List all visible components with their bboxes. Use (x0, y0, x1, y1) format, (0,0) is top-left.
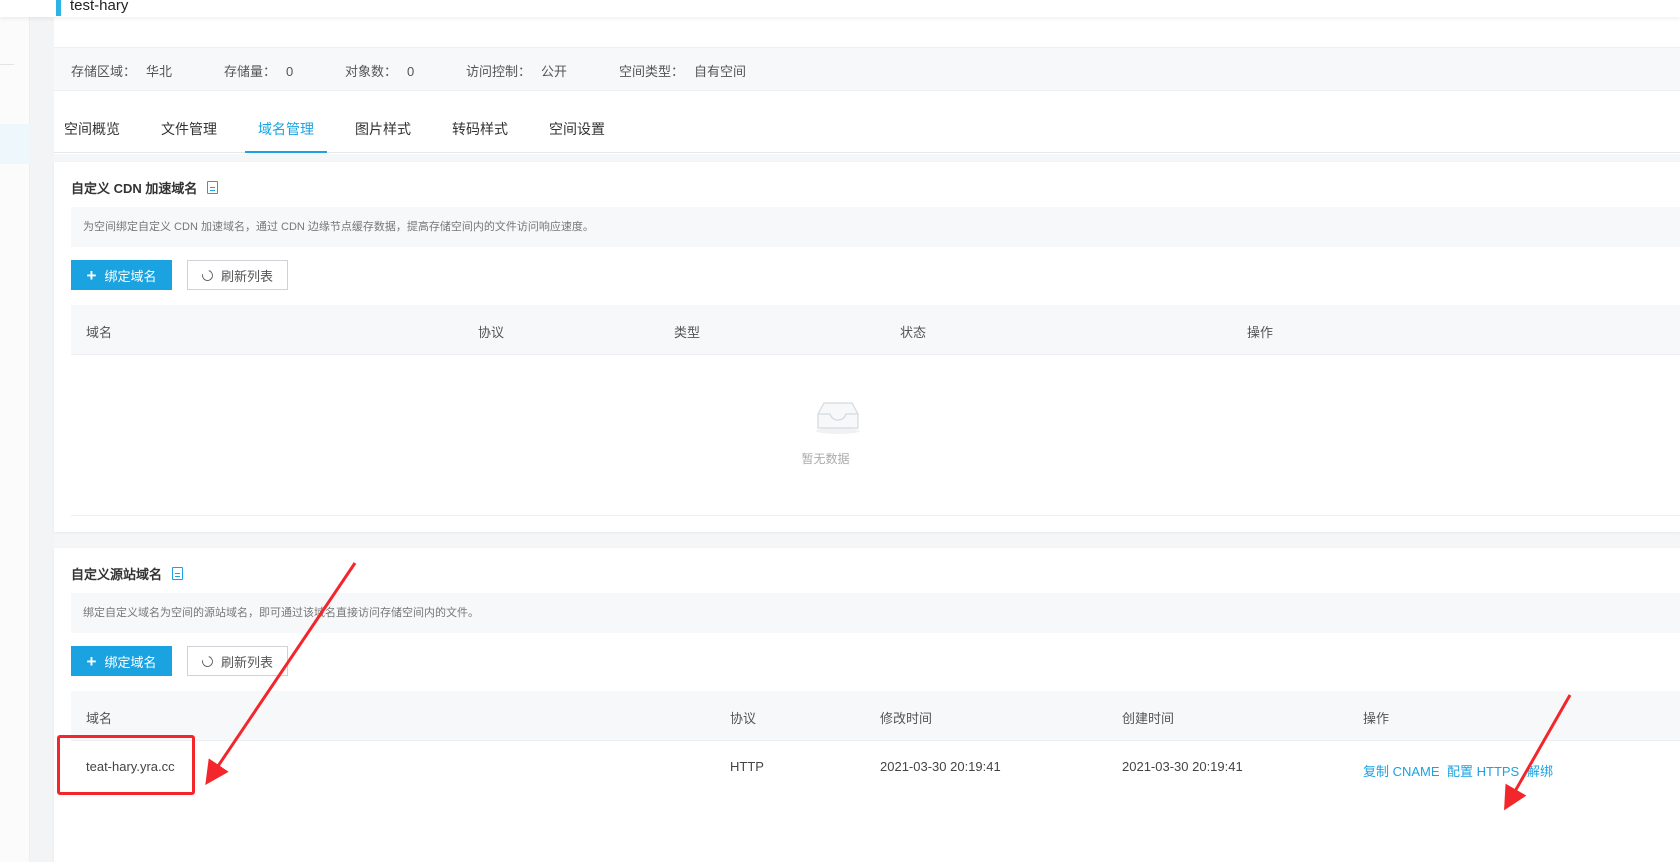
bucket-name: test-hary (70, 0, 129, 14)
info-type-value: 自有空间 (694, 64, 747, 79)
origin-refresh-list-button[interactable]: 刷新列表 (187, 646, 288, 676)
info-access-label: 访问控制： (466, 64, 532, 79)
main-panel: 存储区域： 华北 存储量： 0 对象数： 0 访问控制： 公开 空间类型： 自有空间 空间… (54, 17, 1680, 862)
unbind-link[interactable]: 解绑 (1527, 761, 1553, 780)
tab-domains[interactable]: 域名管理 (245, 113, 327, 153)
origin-section-title-text: 自定义源站域名 (71, 567, 163, 582)
cdn-section-title: 自定义 CDN 加速域名 (71, 178, 219, 197)
cdn-empty-state: 暂无数据 (71, 356, 1680, 516)
cdn-bind-domain-label: 绑定域名 (104, 268, 157, 284)
refresh-icon (199, 653, 215, 669)
empty-inbox-icon (816, 402, 860, 434)
tab-transcode-styles[interactable]: 转码样式 (439, 113, 521, 153)
info-access: 访问控制： 公开 (466, 61, 567, 80)
info-storage: 存储量： 0 (224, 61, 293, 80)
info-objects-label: 对象数： (345, 64, 398, 79)
document-icon[interactable] (207, 181, 219, 194)
cdn-description: 为空间绑定自定义 CDN 加速域名，通过 CDN 边缘节点缓存数据，提高存储空间… (71, 207, 1680, 247)
row-protocol: HTTP (730, 759, 764, 774)
info-storage-label: 存储量： (224, 64, 277, 79)
origin-description: 绑定自定义域名为空间的源站域名，即可通过该域名直接访问存储空间内的文件。 (71, 593, 1680, 633)
cdn-col-protocol: 协议 (478, 325, 505, 340)
info-region: 存储区域： 华北 (71, 61, 172, 80)
cdn-refresh-list-label: 刷新列表 (220, 268, 273, 284)
row-created: 2021-03-30 20:19:41 (1122, 759, 1243, 774)
annotation-highlight-box (57, 735, 195, 795)
info-objects: 对象数： 0 (345, 61, 414, 80)
origin-col-actions: 操作 (1363, 711, 1390, 726)
origin-bind-domain-label: 绑定域名 (104, 654, 157, 670)
cdn-bind-domain-button[interactable]: + 绑定域名 (71, 260, 172, 290)
info-region-value: 华北 (146, 64, 173, 79)
info-storage-value: 0 (286, 64, 294, 79)
row-modified: 2021-03-30 20:19:41 (880, 759, 1001, 774)
copy-cname-link[interactable]: 复制 CNAME (1363, 761, 1440, 780)
info-region-label: 存储区域： (71, 64, 137, 79)
plus-icon: + (86, 651, 97, 671)
origin-section-title: 自定义源站域名 (71, 564, 184, 583)
cdn-col-status: 状态 (900, 325, 927, 340)
tab-settings[interactable]: 空间设置 (536, 113, 618, 153)
top-bar (0, 0, 1680, 17)
info-access-value: 公开 (541, 64, 568, 79)
configure-https-link[interactable]: 配置 HTTPS (1447, 761, 1519, 780)
refresh-icon (199, 267, 215, 283)
document-icon[interactable] (172, 567, 184, 580)
cdn-col-actions: 操作 (1247, 325, 1274, 340)
origin-bind-domain-button[interactable]: + 绑定域名 (71, 646, 172, 676)
cdn-col-type: 类型 (674, 325, 701, 340)
info-type-label: 空间类型： (619, 64, 685, 79)
bucket-info-bar: 存储区域： 华北 存储量： 0 对象数： 0 访问控制： 公开 空间类型： 自有空间 (54, 47, 1680, 91)
origin-col-created: 创建时间 (1122, 711, 1175, 726)
tab-bar: 空间概览 文件管理 域名管理 图片样式 转码样式 空间设置 (54, 113, 1680, 153)
cdn-empty-text: 暂无数据 (801, 452, 850, 466)
cdn-table-header: 域名 协议 类型 状态 操作 (71, 305, 1680, 355)
left-sidebar (0, 0, 30, 862)
bucket-header: test-hary (56, 0, 128, 16)
plus-icon: + (86, 265, 97, 285)
cdn-col-domain: 域名 (86, 325, 113, 340)
origin-domain-card: 自定义源站域名 绑定自定义域名为空间的源站域名，即可通过该域名直接访问存储空间内… (54, 548, 1680, 862)
origin-col-domain: 域名 (86, 711, 113, 726)
origin-col-protocol: 协议 (730, 711, 757, 726)
tab-overview[interactable]: 空间概览 (54, 113, 130, 153)
origin-table-header: 域名 协议 修改时间 创建时间 操作 (71, 691, 1680, 741)
sidebar-divider (0, 64, 14, 65)
cdn-domain-card: 自定义 CDN 加速域名 为空间绑定自定义 CDN 加速域名，通过 CDN 边缘… (54, 162, 1680, 532)
origin-refresh-list-label: 刷新列表 (220, 654, 273, 670)
info-type: 空间类型： 自有空间 (619, 61, 746, 80)
tab-image-styles[interactable]: 图片样式 (342, 113, 424, 153)
cdn-section-title-text: 自定义 CDN 加速域名 (71, 181, 198, 196)
sidebar-active-item[interactable] (0, 124, 30, 164)
cdn-refresh-list-button[interactable]: 刷新列表 (187, 260, 288, 290)
tab-files[interactable]: 文件管理 (148, 113, 230, 153)
info-objects-value: 0 (407, 64, 415, 79)
origin-col-modified: 修改时间 (880, 711, 933, 726)
title-accent-bar (56, 0, 61, 16)
table-row: teat-hary.yra.cc HTTP 2021-03-30 20:19:4… (71, 741, 1680, 795)
